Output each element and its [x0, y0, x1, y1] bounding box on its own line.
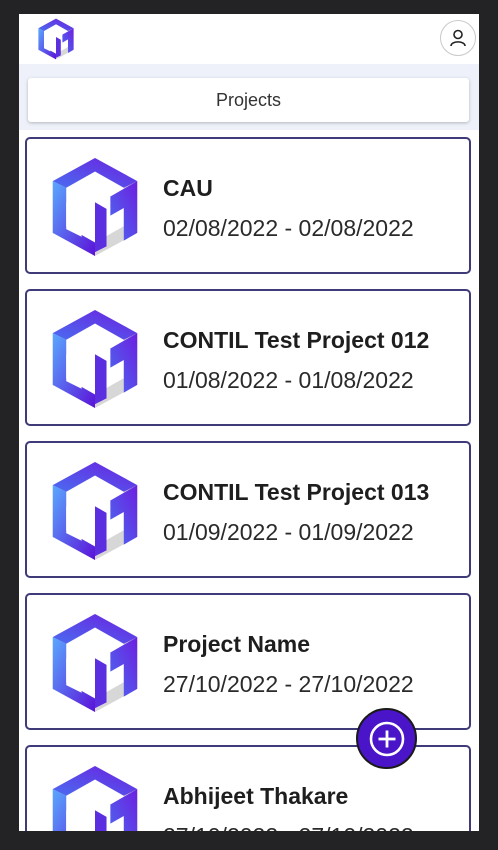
project-card[interactable]: CONTIL Test Project 013 01/09/2022 - 01/… [25, 441, 471, 578]
project-cube-icon [47, 305, 143, 413]
user-icon [450, 29, 466, 47]
project-dates: 02/08/2022 - 02/08/2022 [163, 215, 414, 241]
top-bar [19, 14, 479, 64]
project-card[interactable]: Project Name 27/10/2022 - 27/10/2022 [25, 593, 471, 730]
project-name: Project Name [163, 631, 311, 657]
project-cube-icon [47, 153, 143, 261]
tab-projects[interactable]: Projects [28, 78, 469, 122]
project-card[interactable]: CONTIL Test Project 012 01/08/2022 - 01/… [25, 289, 471, 426]
profile-button[interactable] [440, 20, 476, 56]
project-cube-icon [47, 457, 143, 565]
add-project-button[interactable] [356, 708, 417, 769]
project-dates: 27/10/2022 - 27/10/2022 [163, 823, 414, 831]
project-dates: 27/10/2022 - 27/10/2022 [163, 671, 414, 697]
project-name: CAU [163, 175, 213, 201]
plus-circle-icon [369, 721, 404, 756]
project-name: CONTIL Test Project 013 [163, 479, 430, 505]
project-dates: 01/09/2022 - 01/09/2022 [163, 519, 414, 545]
project-cube-icon [47, 761, 143, 831]
cube-logo-icon[interactable] [36, 17, 76, 61]
app-screen: Projects CAU 02/08/2022 - 02/08/2022 CON… [19, 14, 479, 831]
project-name: Abhijeet Thakare [163, 783, 349, 809]
tab-bar: Projects [19, 64, 479, 130]
project-dates: 01/08/2022 - 01/08/2022 [163, 367, 414, 393]
project-cube-icon [47, 609, 143, 717]
project-card[interactable]: CAU 02/08/2022 - 02/08/2022 [25, 137, 471, 274]
project-name: CONTIL Test Project 012 [163, 327, 430, 353]
